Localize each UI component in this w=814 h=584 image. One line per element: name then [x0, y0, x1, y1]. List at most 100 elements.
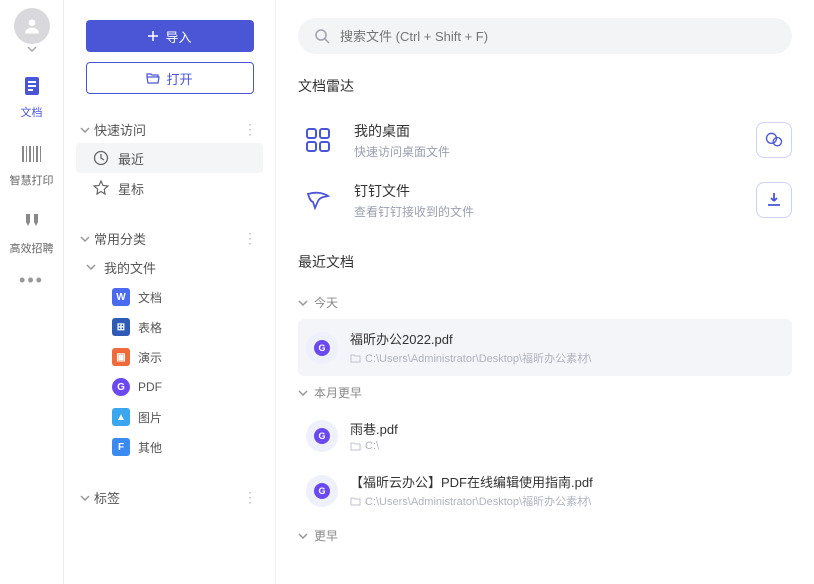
dingtalk-icon	[298, 180, 338, 220]
sidebar-item-label: 我的文件	[104, 258, 156, 277]
pdf-file-icon: G	[306, 332, 338, 364]
rail-label: 文档	[21, 104, 43, 120]
wechat-link-button[interactable]	[756, 122, 792, 158]
recent-section: 最近文档 今天 G 福昕办公2022.pdf C:\Users\Administ…	[298, 252, 792, 552]
radar-info: 我的桌面 快速访问桌面文件	[354, 121, 756, 160]
sidebar-item-starred[interactable]: 星标	[76, 173, 263, 203]
sidebar-item-label: 其他	[138, 439, 162, 456]
file-info: 雨巷.pdf C:\	[350, 419, 784, 452]
section-title: 标签	[94, 488, 237, 507]
image-icon: ▲	[112, 408, 130, 426]
radar-item-dingtalk[interactable]: 钉钉文件 查看钉钉接收到的文件	[298, 170, 792, 230]
more-icon[interactable]: ⋮	[237, 121, 263, 138]
sidebar-item-label: 最近	[118, 149, 144, 168]
file-name: 雨巷.pdf	[350, 419, 784, 438]
grid-icon	[298, 120, 338, 160]
sheet-icon: ⊞	[112, 318, 130, 336]
sidebar-item-recent[interactable]: 最近	[76, 143, 263, 173]
other-icon: F	[112, 438, 130, 456]
left-rail: 文档 智慧打印 高效招聘 •••	[0, 0, 64, 584]
pdf-file-icon: G	[306, 420, 338, 452]
file-path: C:\	[350, 440, 784, 452]
sidebar-item-type-pdf[interactable]: G PDF	[90, 372, 263, 402]
group-label: 更早	[314, 527, 338, 544]
svg-text:G: G	[318, 486, 325, 496]
radar-item-title: 钉钉文件	[354, 181, 756, 201]
chevron-down-icon	[76, 127, 94, 133]
file-item[interactable]: G 福昕办公2022.pdf C:\Users\Administrator\De…	[298, 319, 792, 376]
quick-access-header[interactable]: 快速访问 ⋮	[76, 116, 263, 143]
download-button[interactable]	[756, 182, 792, 218]
radar-item-subtitle: 查看钉钉接收到的文件	[354, 203, 756, 220]
search-input[interactable]	[340, 29, 776, 44]
myfiles-children: W 文档 ⊞ 表格 ▣ 演示 G PDF ▲ 图片 F 其他	[76, 282, 263, 462]
folder-open-icon	[146, 72, 160, 84]
chevron-down-icon	[298, 390, 308, 396]
more-icon[interactable]: ⋮	[237, 489, 263, 506]
sidebar-item-type-slide[interactable]: ▣ 演示	[90, 342, 263, 372]
group-label: 今天	[314, 294, 338, 311]
file-info: 福昕办公2022.pdf C:\Users\Administrator\Desk…	[350, 329, 784, 366]
group-header-older[interactable]: 更早	[298, 519, 792, 552]
chevron-down-icon	[76, 236, 94, 242]
sidebar-item-type-doc[interactable]: W 文档	[90, 282, 263, 312]
sidebar-item-myfiles[interactable]: 我的文件	[76, 252, 263, 282]
file-name: 【福昕云办公】PDF在线编辑使用指南.pdf	[350, 472, 784, 491]
categories-section: 常用分类 ⋮ 我的文件 W 文档 ⊞ 表格 ▣ 演示 G PDF	[76, 225, 263, 462]
sidebar-item-label: 文档	[138, 289, 162, 306]
radar-section: 文档雷达 我的桌面 快速访问桌面文件 钉钉文件 查看钉钉接收到的文件	[298, 76, 792, 230]
recruit-icon	[18, 208, 46, 236]
import-button[interactable]: 导入	[86, 20, 254, 52]
slide-icon: ▣	[112, 348, 130, 366]
clock-icon	[92, 149, 110, 167]
section-title: 常用分类	[94, 229, 237, 248]
tags-header[interactable]: 标签 ⋮	[76, 484, 263, 511]
open-label: 打开	[166, 69, 192, 88]
group-header-earlier-month[interactable]: 本月更早	[298, 376, 792, 409]
sidebar-item-type-sheet[interactable]: ⊞ 表格	[90, 312, 263, 342]
folder-icon	[350, 497, 361, 506]
more-icon[interactable]: ⋮	[237, 230, 263, 247]
radar-item-subtitle: 快速访问桌面文件	[354, 143, 756, 160]
sidebar-item-type-image[interactable]: ▲ 图片	[90, 402, 263, 432]
rail-item-recruit[interactable]: 高效招聘	[4, 202, 60, 262]
radar-item-title: 我的桌面	[354, 121, 756, 141]
recent-title: 最近文档	[298, 252, 792, 272]
rail-item-print[interactable]: 智慧打印	[4, 134, 60, 194]
rail-item-docs[interactable]: 文档	[4, 66, 60, 126]
tags-section: 标签 ⋮	[76, 484, 263, 511]
avatar-wrap[interactable]	[14, 8, 50, 52]
search-bar[interactable]	[298, 18, 792, 54]
import-label: 导入	[165, 27, 191, 46]
sidebar-item-label: 图片	[138, 409, 162, 426]
sidebar-item-type-other[interactable]: F 其他	[90, 432, 263, 462]
file-item[interactable]: G 【福昕云办公】PDF在线编辑使用指南.pdf C:\Users\Admini…	[298, 462, 792, 519]
folder-icon	[350, 354, 361, 363]
categories-header[interactable]: 常用分类 ⋮	[76, 225, 263, 252]
rail-label: 智慧打印	[10, 172, 54, 188]
file-path: C:\Users\Administrator\Desktop\福昕办公素材\	[350, 493, 784, 509]
group-label: 本月更早	[314, 384, 362, 401]
sidebar-item-label: 星标	[118, 179, 144, 198]
wechat-icon	[764, 130, 784, 150]
chevron-down-icon	[298, 300, 308, 306]
file-path: C:\Users\Administrator\Desktop\福昕办公素材\	[350, 350, 784, 366]
pdf-icon: G	[112, 378, 130, 396]
star-icon	[92, 179, 110, 197]
folder-icon	[350, 442, 361, 451]
chevron-down-icon	[27, 46, 37, 52]
radar-item-desktop[interactable]: 我的桌面 快速访问桌面文件	[298, 110, 792, 170]
group-header-today[interactable]: 今天	[298, 286, 792, 319]
sidebar: 导入 打开 快速访问 ⋮ 最近 星标	[64, 0, 276, 584]
section-title: 快速访问	[94, 120, 237, 139]
main: 文档雷达 我的桌面 快速访问桌面文件 钉钉文件 查看钉钉接收到的文件	[276, 0, 814, 584]
open-button[interactable]: 打开	[86, 62, 254, 94]
chevron-down-icon	[76, 495, 94, 501]
document-icon	[18, 72, 46, 100]
file-item[interactable]: G 雨巷.pdf C:\	[298, 409, 792, 462]
plus-icon	[147, 30, 159, 42]
doc-icon: W	[112, 288, 130, 306]
rail-more[interactable]: •••	[19, 270, 44, 291]
avatar	[14, 8, 50, 44]
radar-info: 钉钉文件 查看钉钉接收到的文件	[354, 181, 756, 220]
